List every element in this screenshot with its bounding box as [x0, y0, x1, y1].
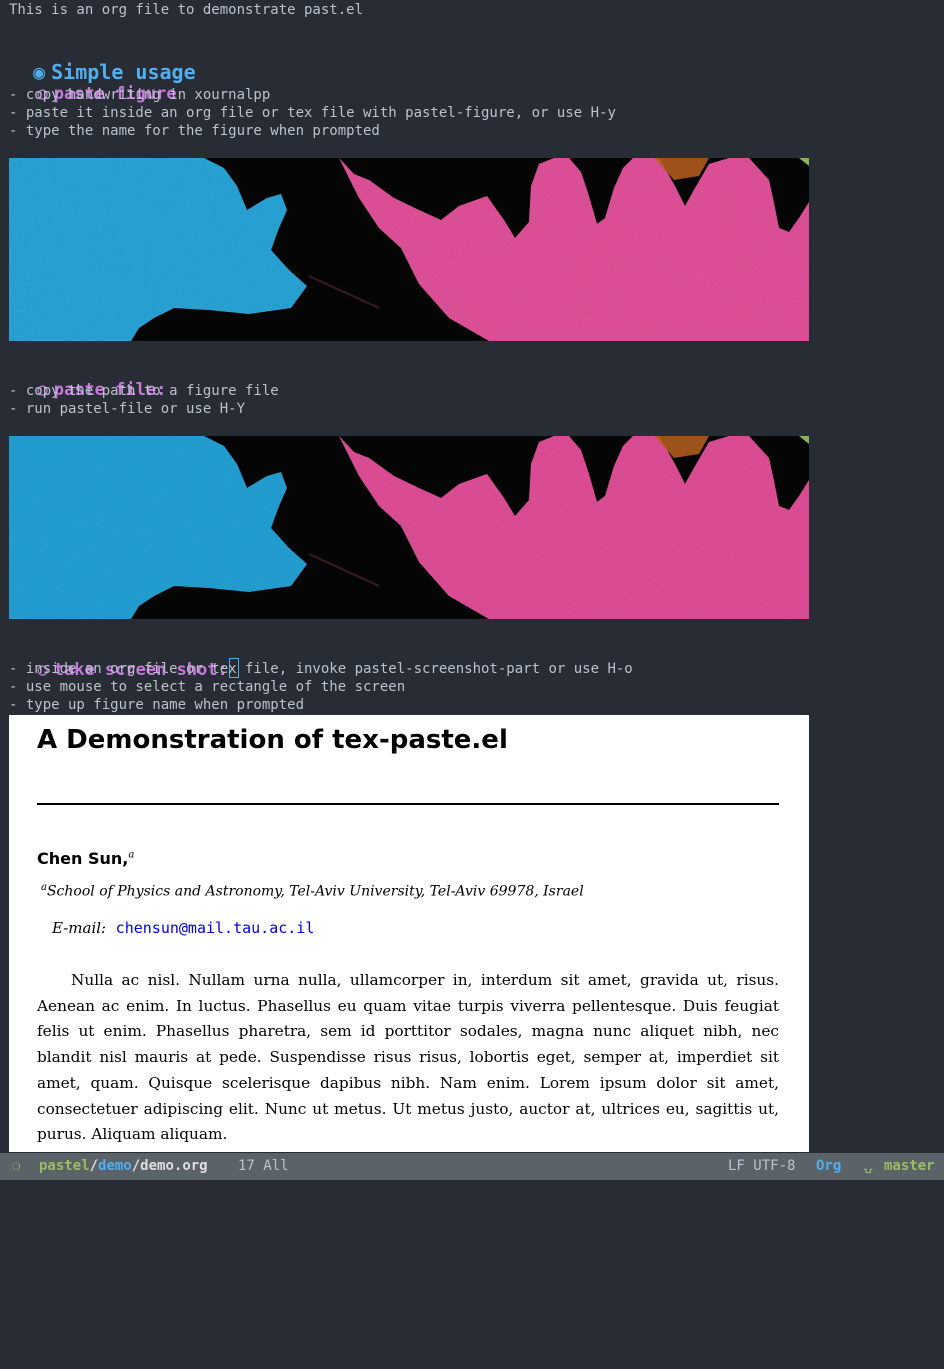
path-file: demo.org: [140, 1158, 208, 1174]
doc-title: A Demonstration of tex-paste.el: [37, 725, 508, 755]
pasted-figure-image: [9, 158, 809, 341]
buffer-position: 17 All: [238, 1158, 289, 1174]
affiliation-text: School of Physics and Astronomy, Tel-Avi…: [46, 883, 584, 900]
intro-line: This is an org file to demonstrate past.…: [9, 2, 364, 18]
mode-line: ❍ pastel/demo/demo.org 17 All LF UTF-8 O…: [0, 1153, 944, 1180]
pasted-file-image: [9, 436, 809, 619]
list-item: - run pastel-file or use H-Y: [9, 401, 246, 417]
path-dir: demo: [98, 1158, 132, 1174]
doc-author: Chen Sun,a: [37, 849, 134, 868]
author-name: Chen Sun,: [37, 849, 129, 868]
email-link: chensun@mail.tau.ac.il: [115, 919, 315, 937]
author-sup: a: [128, 849, 135, 861]
list-item: - inside an org file or tex file, invoke…: [9, 661, 633, 677]
list-item: - copy the path to a figure file: [9, 383, 279, 399]
git-branch-icon: ⍽: [864, 1158, 873, 1174]
doc-title-rule: [37, 803, 779, 805]
list-item: - copy handwriting in xournalpp: [9, 87, 271, 103]
buffer-path[interactable]: pastel/demo/demo.org: [39, 1153, 208, 1180]
path-project: pastel: [39, 1158, 90, 1174]
buffer-status-icon: ❍: [12, 1158, 21, 1174]
major-mode[interactable]: Org: [816, 1153, 841, 1180]
minibuffer[interactable]: [0, 1180, 944, 1199]
vcs-branch[interactable]: master: [884, 1153, 935, 1180]
pasted-screenshot-image: A Demonstration of tex-paste.el Chen Sun…: [9, 715, 809, 1152]
list-item: - paste it inside an org file or tex fil…: [9, 105, 616, 121]
doc-body-paragraph: Nulla ac nisl. Nullam urna nulla, ullamc…: [37, 971, 779, 1144]
buffer-encoding[interactable]: LF UTF-8: [728, 1153, 795, 1180]
path-sep: /: [89, 1158, 99, 1174]
email-label: E-mail:: [52, 919, 107, 937]
path-sep: /: [131, 1158, 141, 1174]
doc-email: E-mail: chensun@mail.tau.ac.il: [52, 919, 314, 937]
list-item: - type up figure name when prompted: [9, 697, 305, 713]
list-item: - type the name for the figure when prom…: [9, 123, 380, 139]
list-item: - use mouse to select a rectangle of the…: [9, 679, 406, 695]
doc-affiliation: aSchool of Physics and Astronomy, Tel-Av…: [41, 882, 584, 900]
